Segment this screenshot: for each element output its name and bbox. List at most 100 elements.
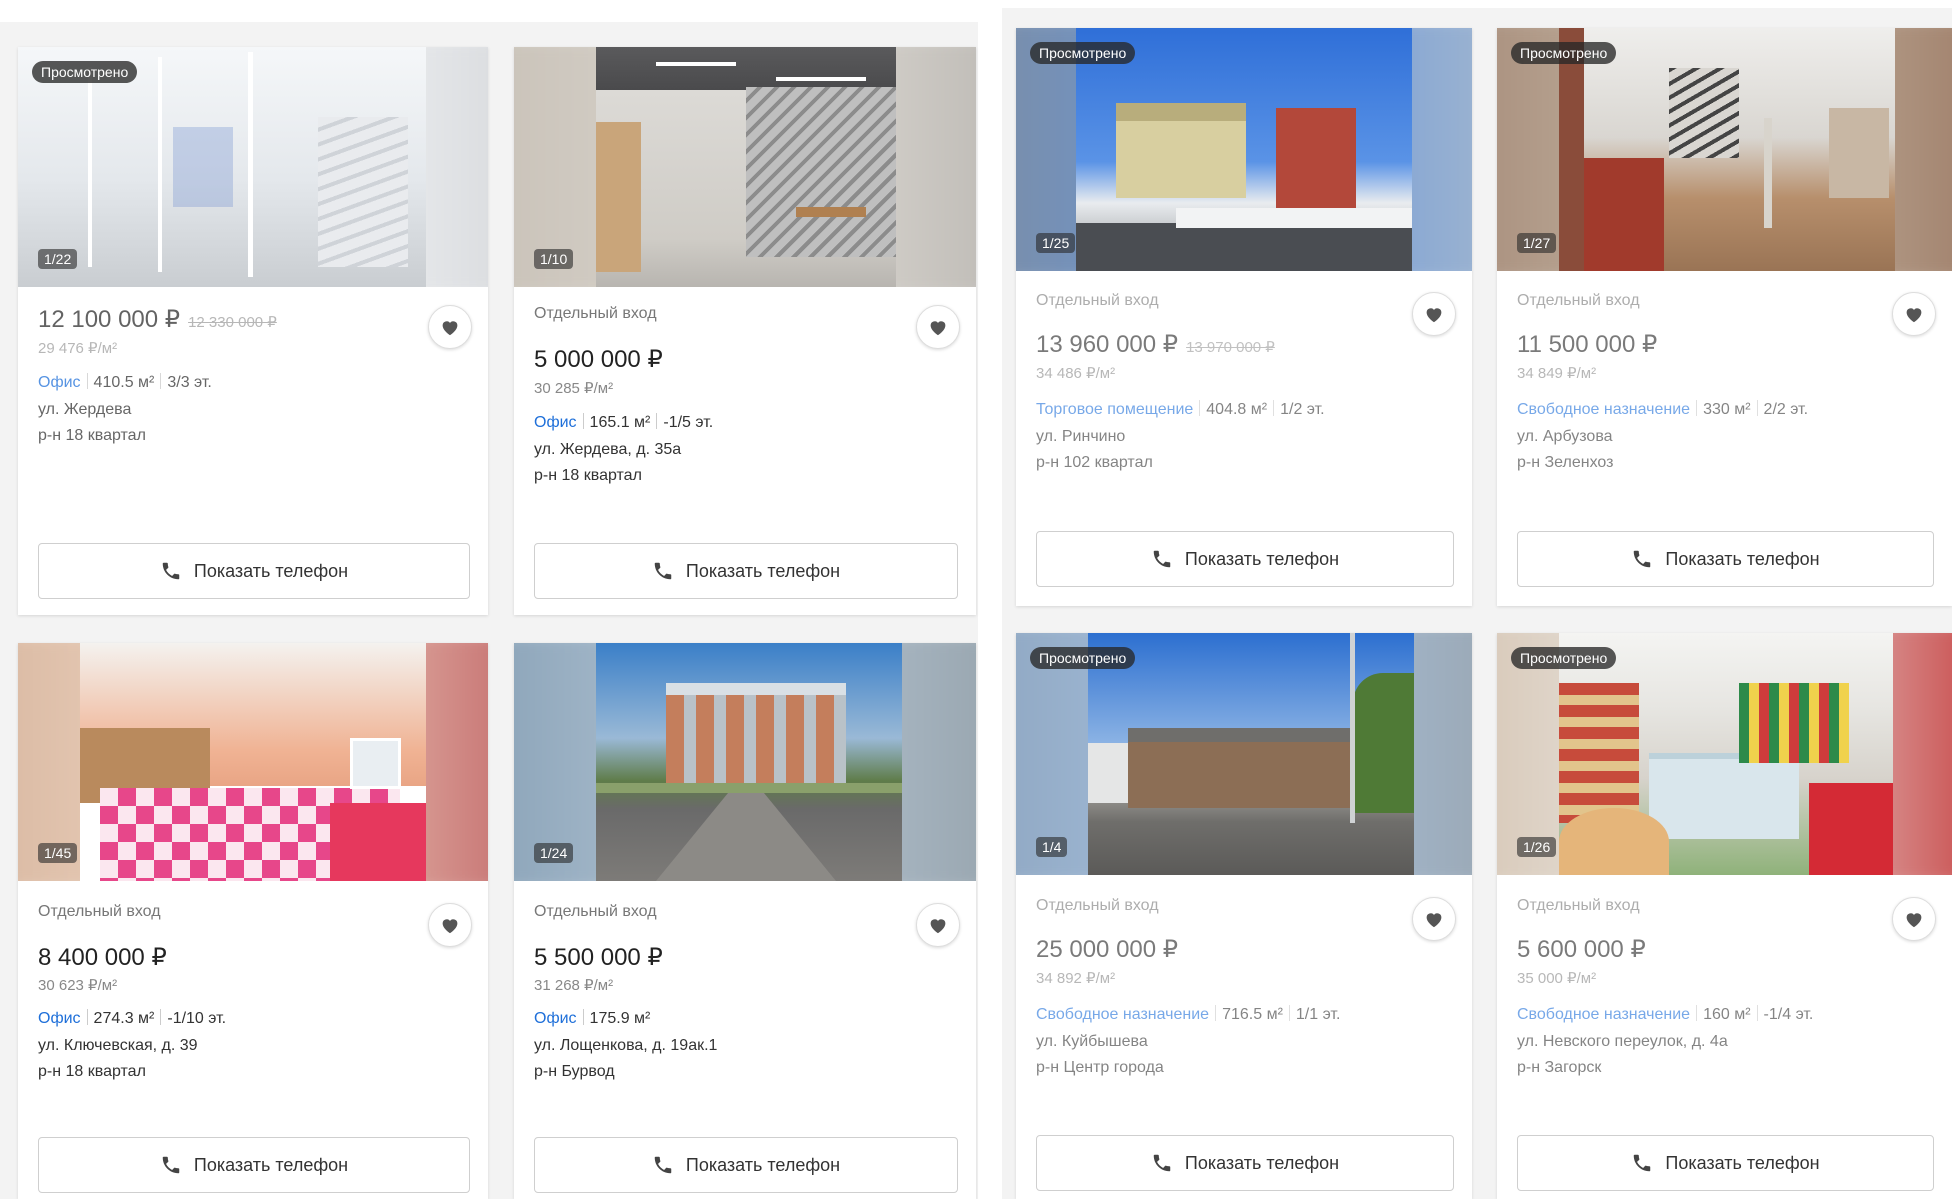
show-phone-button[interactable]: Показать телефон bbox=[38, 1137, 470, 1193]
show-phone-button[interactable]: Показать телефон bbox=[1517, 1135, 1934, 1191]
listing-photo[interactable]: Просмотрено 1/27 bbox=[1497, 28, 1952, 271]
heart-icon bbox=[930, 919, 946, 934]
listing-district: р-н 102 квартал bbox=[1036, 454, 1153, 471]
listing-meta: Офис 175.9 м² bbox=[534, 1009, 650, 1028]
listing-subtitle: Отдельный вход bbox=[1036, 292, 1159, 309]
phone-icon bbox=[1634, 1154, 1651, 1172]
listing-district: р-н Зеленхоз bbox=[1517, 454, 1614, 471]
listing-card-5[interactable]: 1/45 Отдельный вход 8 400 000 ₽ 30 623 ₽… bbox=[18, 643, 488, 1199]
price-per-meter: 30 623 ₽/м² bbox=[38, 977, 118, 994]
show-phone-button[interactable]: Показать телефон bbox=[534, 543, 958, 599]
show-phone-button[interactable]: Показать телефон bbox=[1036, 1135, 1454, 1191]
listing-card-3[interactable]: Просмотрено 1/25 Отдельный вход 13 960 0… bbox=[1016, 28, 1472, 606]
property-type-link[interactable]: Свободное назначение bbox=[1517, 401, 1690, 418]
listing-street: ул. Жердева bbox=[38, 401, 132, 418]
listing-district: р-н Бурвод bbox=[534, 1063, 615, 1080]
heart-icon bbox=[1426, 308, 1442, 323]
listing-subtitle: Отдельный вход bbox=[38, 903, 161, 920]
listing-photo[interactable]: 1/24 bbox=[514, 643, 976, 881]
listing-district: р-н Загорск bbox=[1517, 1059, 1602, 1076]
listing-photo[interactable]: Просмотрено 1/4 bbox=[1016, 633, 1472, 875]
show-phone-button[interactable]: Показать телефон bbox=[1517, 531, 1934, 587]
property-type-link[interactable]: Офис bbox=[38, 374, 81, 391]
listing-price: 25 000 000 ₽ bbox=[1036, 936, 1179, 963]
phone-icon bbox=[654, 562, 672, 580]
price-per-meter: 35 000 ₽/м² bbox=[1517, 970, 1597, 987]
heart-icon bbox=[442, 919, 458, 934]
old-price: 13 970 000 ₽ bbox=[1186, 339, 1275, 356]
listing-subtitle: Отдельный вход bbox=[1036, 897, 1159, 914]
favorite-button[interactable] bbox=[916, 903, 960, 947]
photo-counter: 1/10 bbox=[534, 249, 574, 269]
phone-icon bbox=[162, 562, 180, 580]
photo-counter: 1/24 bbox=[534, 843, 574, 863]
property-type-link[interactable]: Свободное назначение bbox=[1036, 1006, 1209, 1023]
listing-meta: Офис 410.5 м² 3/3 эт. bbox=[38, 373, 212, 392]
listing-subtitle: Отдельный вход bbox=[1517, 897, 1640, 914]
property-type-link[interactable]: Торговое помещение bbox=[1036, 401, 1193, 418]
property-type-link[interactable]: Офис bbox=[38, 1010, 81, 1027]
price-per-meter: 34 849 ₽/м² bbox=[1517, 365, 1597, 382]
favorite-button[interactable] bbox=[1412, 292, 1456, 336]
price-per-meter: 34 892 ₽/м² bbox=[1036, 970, 1116, 987]
heart-icon bbox=[1426, 913, 1442, 928]
property-type-link[interactable]: Свободное назначение bbox=[1517, 1006, 1690, 1023]
listing-district: р-н 18 квартал bbox=[534, 467, 642, 484]
price-per-meter: 34 486 ₽/м² bbox=[1036, 365, 1116, 382]
property-type-link[interactable]: Офис bbox=[534, 1010, 577, 1027]
viewed-badge: Просмотрено bbox=[1030, 42, 1136, 64]
listing-price: 5 600 000 ₽ bbox=[1517, 936, 1646, 963]
viewed-badge: Просмотрено bbox=[1030, 647, 1136, 669]
price-per-meter: 30 285 ₽/м² bbox=[534, 380, 614, 397]
heart-icon bbox=[1906, 308, 1922, 323]
listing-street: ул. Лощенкова, д. 19ак.1 bbox=[534, 1037, 718, 1054]
listing-area: 165.1 м² bbox=[589, 414, 651, 431]
price-per-meter: 31 268 ₽/м² bbox=[534, 977, 614, 994]
listing-card-6[interactable]: 1/24 Отдельный вход 5 500 000 ₽ 31 268 ₽… bbox=[514, 643, 976, 1199]
heart-icon bbox=[930, 321, 946, 336]
favorite-button[interactable] bbox=[1412, 897, 1456, 941]
show-phone-button[interactable]: Показать телефон bbox=[534, 1137, 958, 1193]
favorite-button[interactable] bbox=[916, 305, 960, 349]
listing-photo[interactable]: Просмотрено 1/26 bbox=[1497, 633, 1952, 875]
listing-photo[interactable]: 1/10 bbox=[514, 47, 976, 287]
listing-district: р-н Центр города bbox=[1036, 1059, 1164, 1076]
favorite-button[interactable] bbox=[428, 903, 472, 947]
heart-icon bbox=[1906, 913, 1922, 928]
listing-price: 11 500 000 ₽ bbox=[1517, 331, 1658, 358]
photo-counter: 1/45 bbox=[38, 843, 78, 863]
show-phone-button[interactable]: Показать телефон bbox=[1036, 531, 1454, 587]
listing-street: ул. Невского переулок, д. 4а bbox=[1517, 1033, 1728, 1050]
photo-counter: 1/22 bbox=[38, 249, 78, 269]
listing-floor: -1/5 эт. bbox=[663, 414, 714, 431]
listing-area: 404.8 м² bbox=[1206, 401, 1268, 418]
phone-icon bbox=[162, 1156, 180, 1174]
listing-price: 5 500 000 ₽ bbox=[534, 944, 663, 971]
listing-card-1[interactable]: Просмотрено 1/22 12 100 000 ₽12 330 000 … bbox=[18, 47, 488, 615]
favorite-button[interactable] bbox=[1892, 292, 1936, 336]
listing-photo[interactable]: Просмотрено 1/25 bbox=[1016, 28, 1472, 271]
listing-card-7[interactable]: Просмотрено 1/4 Отдельный вход 25 000 00… bbox=[1016, 633, 1472, 1199]
listing-street: ул. Арбузова bbox=[1517, 428, 1613, 445]
listing-price: 12 100 000 ₽12 330 000 ₽ bbox=[38, 306, 277, 333]
property-type-link[interactable]: Офис bbox=[534, 414, 577, 431]
old-price: 12 330 000 ₽ bbox=[188, 314, 277, 331]
listing-meta: Офис 165.1 м² -1/5 эт. bbox=[534, 413, 713, 432]
favorite-button[interactable] bbox=[428, 305, 472, 349]
listing-floor: 3/3 эт. bbox=[167, 374, 212, 391]
phone-icon bbox=[1153, 1154, 1171, 1172]
listing-card-2[interactable]: 1/10 Отдельный вход 5 000 000 ₽ 30 285 ₽… bbox=[514, 47, 976, 615]
show-phone-button[interactable]: Показать телефон bbox=[38, 543, 470, 599]
viewed-badge: Просмотрено bbox=[1511, 647, 1617, 669]
listing-photo[interactable]: Просмотрено 1/22 bbox=[18, 47, 488, 287]
listing-area: 410.5 м² bbox=[93, 374, 155, 391]
listing-area: 274.3 м² bbox=[93, 1010, 155, 1027]
photo-counter: 1/4 bbox=[1036, 837, 1068, 857]
listing-area: 716.5 м² bbox=[1222, 1006, 1283, 1023]
viewed-badge: Просмотрено bbox=[32, 61, 138, 83]
listing-floor: 2/2 эт. bbox=[1763, 401, 1809, 418]
favorite-button[interactable] bbox=[1892, 897, 1936, 941]
listing-photo[interactable]: 1/45 bbox=[18, 643, 488, 881]
listing-card-4[interactable]: Просмотрено 1/27 Отдельный вход 11 500 0… bbox=[1497, 28, 1952, 606]
listing-card-8[interactable]: Просмотрено 1/26 Отдельный вход 5 600 00… bbox=[1497, 633, 1952, 1199]
